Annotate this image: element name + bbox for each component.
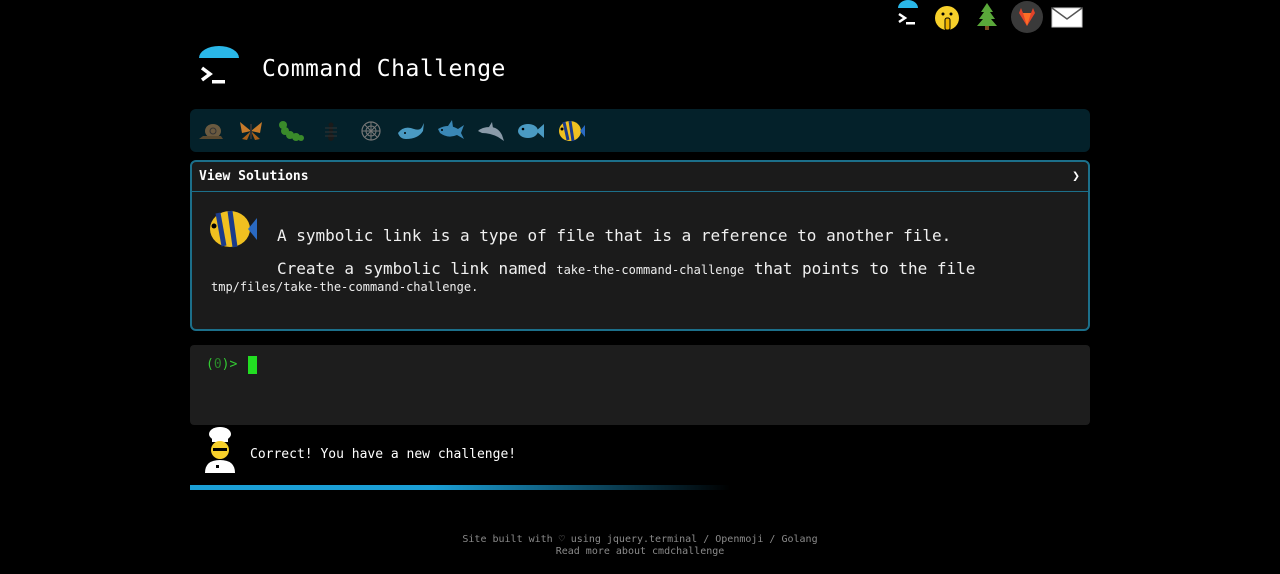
chevron-right-icon: ❯ xyxy=(1072,169,1080,184)
prompt-number: 0 xyxy=(213,357,222,372)
prompt-open: ( xyxy=(206,357,214,372)
tropical-fish-icon[interactable] xyxy=(556,116,586,146)
dolphin-icon[interactable] xyxy=(476,116,506,146)
challenge-card: View Solutions ❯ A symbolic link is a ty… xyxy=(190,160,1090,331)
site-header: Command Challenge xyxy=(195,46,506,92)
shushing-face-icon[interactable] xyxy=(930,0,964,34)
logo-terminal-icon[interactable] xyxy=(195,46,243,92)
status-message: Correct! You have a new challenge! xyxy=(250,447,517,462)
task-mid: that points to the file xyxy=(753,259,976,278)
mail-icon[interactable] xyxy=(1050,0,1084,34)
terminal[interactable]: (0)> xyxy=(190,345,1090,425)
challenge-intro: A symbolic link is a type of file that i… xyxy=(277,226,952,245)
task-link-name: take-the-command-challenge xyxy=(556,263,745,277)
footer-credits[interactable]: Site built with ♡ using jquery.terminal … xyxy=(0,534,1280,546)
view-solutions-label: View Solutions xyxy=(199,169,309,184)
challenge-task: Create a symbolic link named take-the-co… xyxy=(277,259,975,278)
task-end: . xyxy=(471,280,479,294)
cook-avatar-icon xyxy=(202,426,238,478)
spider-web-icon[interactable] xyxy=(356,116,386,146)
task-prefix: Create a symbolic link named xyxy=(277,259,547,278)
tropical-fish-icon xyxy=(204,206,258,256)
fish-icon[interactable] xyxy=(516,116,546,146)
snail-icon[interactable] xyxy=(196,116,226,146)
whale-icon[interactable] xyxy=(396,116,426,146)
footer-about-link[interactable]: Read more about cmdchallenge xyxy=(0,546,1280,558)
terminal-cursor[interactable] xyxy=(248,356,257,374)
terminal-prompt: (0)> xyxy=(206,357,237,372)
shark-icon[interactable] xyxy=(436,116,466,146)
butterfly-icon[interactable] xyxy=(236,116,266,146)
top-icon-bar xyxy=(890,0,1084,34)
level-selector xyxy=(190,109,1090,152)
site-footer: Site built with ♡ using jquery.terminal … xyxy=(0,534,1280,558)
prompt-close: )> xyxy=(221,357,238,372)
progress-bar xyxy=(190,485,730,490)
caterpillar-icon[interactable] xyxy=(276,116,306,146)
ant-icon[interactable] xyxy=(316,116,346,146)
task-path: tmp/files/take-the-command-challenge xyxy=(211,280,472,294)
tree-icon[interactable] xyxy=(970,0,1004,34)
page-title: Command Challenge xyxy=(262,56,506,82)
view-solutions-toggle[interactable]: View Solutions ❯ xyxy=(192,162,1088,192)
gitlab-icon[interactable] xyxy=(1010,0,1044,34)
challenge-task-path: tmp/files/take-the-command-challenge. xyxy=(211,280,478,294)
terminal-icon[interactable] xyxy=(890,0,924,34)
